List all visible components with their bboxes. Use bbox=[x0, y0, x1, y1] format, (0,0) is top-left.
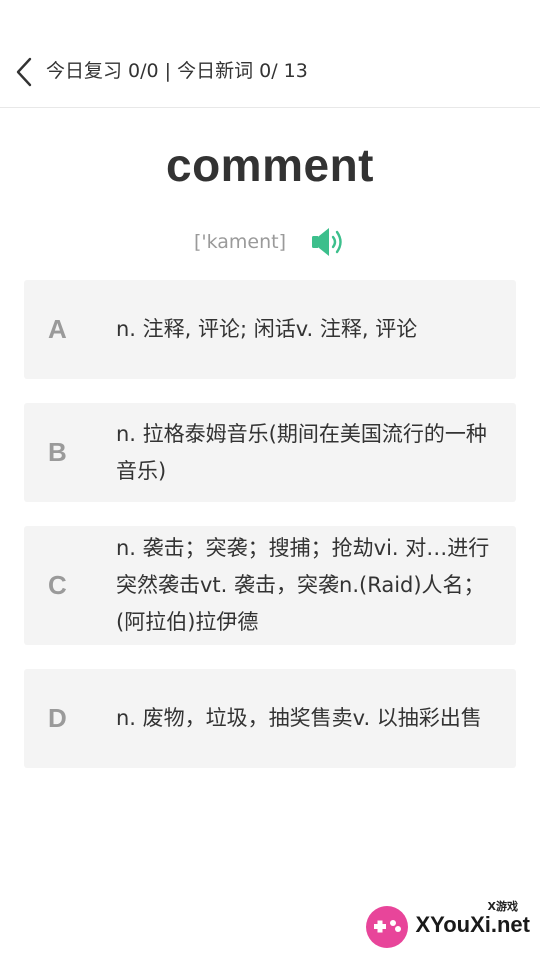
option-letter: C bbox=[48, 570, 67, 600]
option-a[interactable]: A n. 注释, 评论; 闲话v. 注释, 评论 bbox=[24, 280, 516, 379]
back-button[interactable] bbox=[8, 52, 40, 92]
progress-title: 今日复习 0/0 | 今日新词 0/ 13 bbox=[46, 60, 308, 82]
option-text: n. 注释, 评论; 闲话v. 注释, 评论 bbox=[116, 317, 418, 341]
top-bar: 今日复习 0/0 | 今日新词 0/ 13 bbox=[0, 0, 540, 108]
option-c[interactable]: C n. 袭击；突袭；搜捕；抢劫vi. 对…进行突然袭击vt. 袭击，突袭n.(… bbox=[24, 526, 516, 645]
option-letter: D bbox=[48, 703, 67, 733]
phonetic-text: ['kament] bbox=[193, 231, 287, 253]
watermark: X游戏 XYouXi.net bbox=[364, 898, 532, 954]
option-d[interactable]: D n. 废物，垃圾，抽奖售卖v. 以抽彩出售 bbox=[24, 669, 516, 768]
option-letter: B bbox=[48, 437, 67, 467]
option-b[interactable]: B n. 拉格泰姆音乐(期间在美国流行的一种音乐) bbox=[24, 403, 516, 502]
option-text: n. 废物，垃圾，抽奖售卖v. 以抽彩出售 bbox=[116, 706, 482, 730]
option-letter: A bbox=[48, 314, 67, 344]
speaker-icon[interactable] bbox=[310, 226, 346, 258]
gamepad-logo-icon bbox=[366, 906, 408, 948]
pronunciation-row: ['kament] bbox=[0, 226, 540, 258]
option-text: n. 袭击；突袭；搜捕；抢劫vi. 对…进行突然袭击vt. 袭击，突袭n.(Ra… bbox=[116, 536, 490, 634]
word-text: comment bbox=[166, 139, 374, 191]
chevron-left-icon bbox=[16, 57, 32, 87]
option-text: n. 拉格泰姆音乐(期间在美国流行的一种音乐) bbox=[116, 421, 487, 483]
watermark-site-text: XYouXi.net bbox=[415, 912, 531, 937]
